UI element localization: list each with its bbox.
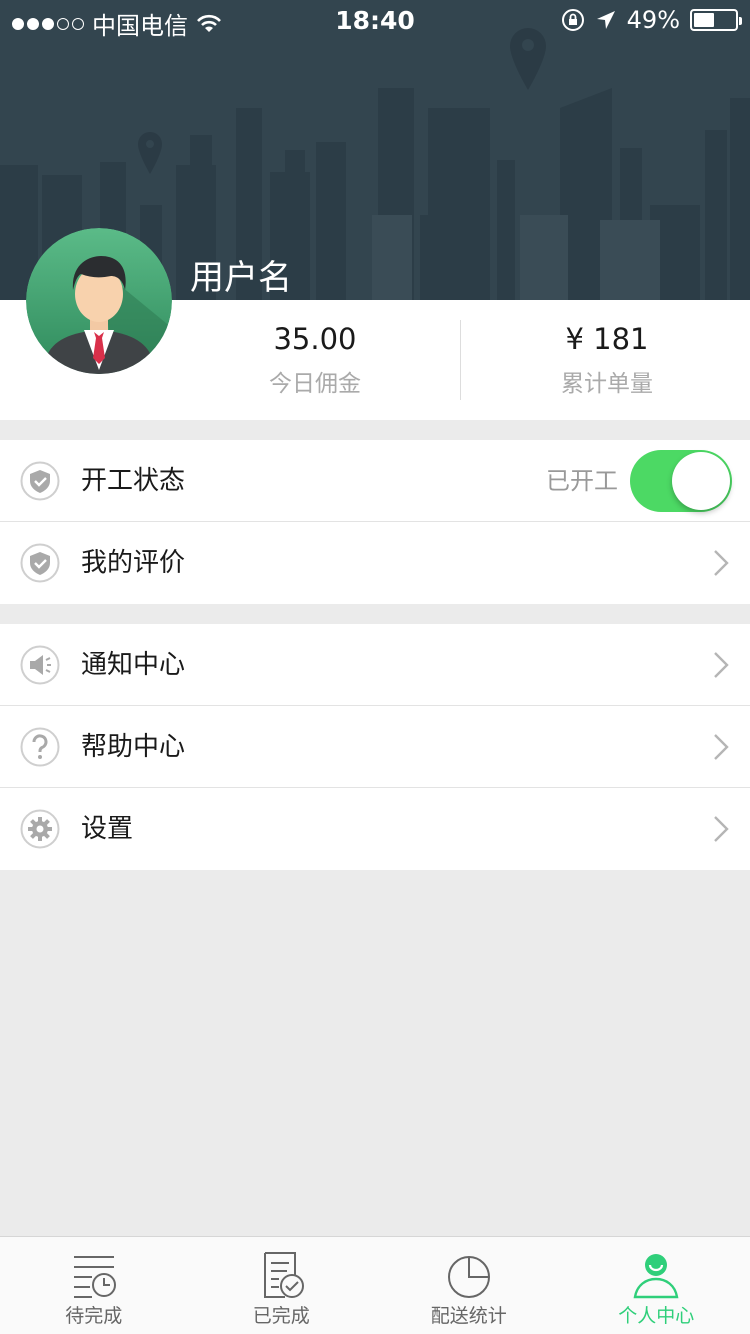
shield-check-icon (20, 461, 60, 501)
menu-item-notifications[interactable]: 通知中心 (0, 624, 750, 706)
work-status-state: 已开工 (546, 467, 618, 495)
tab-pending[interactable]: 待完成 (0, 1237, 188, 1334)
gear-icon (20, 809, 60, 849)
status-bar: 中国电信 18:40 49% (0, 0, 750, 40)
person-icon (633, 1254, 679, 1299)
commission-label: 今日佣金 (269, 371, 361, 397)
list-clock-icon (73, 1256, 116, 1298)
tab-completed-label: 已完成 (252, 1305, 310, 1327)
location-arrow-icon (596, 11, 615, 29)
username: 用户名 (190, 258, 292, 298)
shield-check-icon (20, 543, 60, 583)
orders-value: ¥ 181 (565, 322, 649, 356)
commission-value: 35.00 (273, 322, 357, 356)
menu-item-settings[interactable]: 设置 (0, 788, 750, 870)
user-avatar-icon (26, 228, 172, 374)
tab-bar: 待完成 已完成 配送统计 个人中心 (0, 1236, 750, 1334)
my-reviews-label: 我的评价 (81, 548, 186, 578)
work-status-toggle[interactable] (630, 450, 732, 512)
menu-item-work-status: 开工状态 已开工 (0, 440, 750, 522)
chevron-right-icon (714, 816, 729, 842)
orders-label: 累计单量 (561, 371, 653, 397)
settings-label: 设置 (81, 814, 134, 844)
orientation-lock-icon (561, 9, 584, 31)
tab-delivery-stats-label: 配送统计 (430, 1305, 507, 1327)
stats-divider (460, 320, 461, 400)
menu-item-help[interactable]: 帮助中心 (0, 706, 750, 788)
megaphone-icon (20, 645, 60, 685)
tab-delivery-stats[interactable]: 配送统计 (375, 1237, 563, 1334)
tab-profile[interactable]: 个人中心 (563, 1237, 750, 1334)
toggle-knob (672, 452, 730, 510)
battery-percent: 49% (626, 6, 680, 34)
doc-check-icon (264, 1252, 305, 1298)
avatar[interactable] (26, 228, 172, 374)
tab-completed[interactable]: 已完成 (188, 1237, 376, 1334)
menu-group-work: 开工状态 已开工 我的评价 (0, 440, 750, 604)
battery-icon (690, 9, 742, 31)
work-status-label: 开工状态 (81, 466, 186, 496)
chevron-right-icon (714, 652, 729, 678)
tab-profile-label: 个人中心 (618, 1305, 695, 1327)
orders-stat[interactable]: ¥ 181 累计单量 (492, 322, 722, 398)
question-mark-icon (20, 727, 60, 767)
notifications-label: 通知中心 (81, 650, 186, 680)
help-label: 帮助中心 (81, 732, 186, 762)
chevron-right-icon (714, 550, 729, 576)
commission-stat[interactable]: 35.00 今日佣金 (200, 322, 430, 398)
menu-group-support: 通知中心 帮助中心 设置 (0, 624, 750, 870)
tab-pending-label: 待完成 (65, 1305, 123, 1327)
menu-item-my-reviews[interactable]: 我的评价 (0, 522, 750, 604)
pie-chart-icon (447, 1256, 490, 1298)
chevron-right-icon (714, 734, 729, 760)
